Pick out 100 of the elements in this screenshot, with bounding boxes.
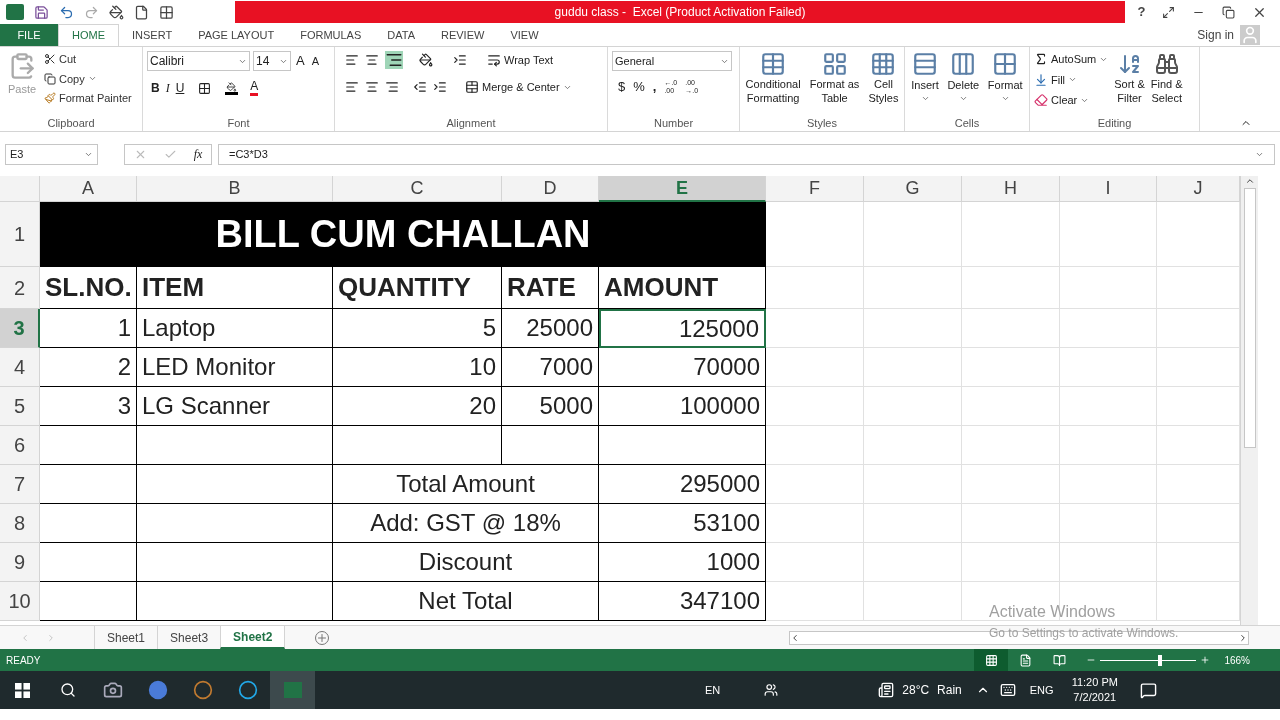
- merge-icon[interactable]: [465, 80, 479, 95]
- column-header[interactable]: C: [333, 176, 502, 202]
- fill-button[interactable]: Fill: [1051, 71, 1066, 88]
- borders-icon[interactable]: [198, 81, 212, 95]
- underline-button[interactable]: U: [175, 79, 185, 97]
- cells-icon[interactable]: [992, 51, 1019, 77]
- format-painter-button[interactable]: Format Painter: [59, 90, 132, 107]
- new-file-icon[interactable]: [134, 4, 149, 20]
- merge-center-button[interactable]: Merge & Center: [482, 79, 560, 96]
- binoculars-icon[interactable]: [1154, 51, 1179, 77]
- file-tab[interactable]: FILE: [0, 24, 58, 46]
- sign-in-link[interactable]: Sign in: [1197, 26, 1234, 44]
- zoom-slider[interactable]: [1100, 654, 1197, 666]
- ribbon-tab[interactable]: DATA: [374, 24, 428, 46]
- name-box[interactable]: E3: [5, 143, 98, 165]
- align-right-icon[interactable]: [385, 80, 399, 95]
- ribbon-tab[interactable]: FORMULAS: [287, 24, 375, 46]
- zoom-level[interactable]: 166%: [1224, 652, 1250, 668]
- find-select-button[interactable]: Find & Select: [1150, 77, 1183, 105]
- notifications-icon[interactable]: [1139, 681, 1157, 699]
- horizontal-scrollbar[interactable]: [789, 630, 1250, 645]
- cells-button[interactable]: Delete: [947, 77, 980, 94]
- ribbon-tab[interactable]: REVIEW: [428, 24, 498, 46]
- scissors-icon[interactable]: [44, 53, 56, 66]
- grow-font-button[interactable]: A: [294, 51, 307, 71]
- align-top-icon[interactable]: [345, 53, 359, 67]
- column-header[interactable]: I: [1060, 176, 1157, 202]
- ribbon-tab[interactable]: HOME: [58, 24, 119, 46]
- sigma-icon[interactable]: [1034, 52, 1048, 67]
- wrap-text-icon[interactable]: [487, 53, 501, 67]
- font-size-field[interactable]: 14: [253, 51, 291, 71]
- style-button[interactable]: Conditional Formatting: [745, 77, 801, 105]
- italic-button[interactable]: I: [165, 79, 170, 97]
- ribbon-tab[interactable]: INSERT: [119, 24, 186, 46]
- column-header[interactable]: H: [962, 176, 1060, 202]
- align-bottom-icon[interactable]: [385, 51, 403, 69]
- cells-button[interactable]: Format: [987, 77, 1023, 94]
- copy-button[interactable]: Copy: [59, 70, 85, 87]
- style-button[interactable]: Cell Styles: [868, 77, 899, 105]
- row-header[interactable]: 3: [0, 309, 40, 348]
- row-header[interactable]: 6: [0, 426, 40, 465]
- increase-indent-icon[interactable]: [433, 80, 447, 95]
- formula-field[interactable]: =C3*D3: [218, 143, 1275, 165]
- row-header[interactable]: 8: [0, 504, 40, 543]
- eraser-icon[interactable]: [1034, 93, 1048, 108]
- cells-icon[interactable]: [912, 51, 939, 77]
- column-header[interactable]: A: [40, 176, 137, 202]
- zoom-thumb[interactable]: [1158, 654, 1163, 666]
- copy-icon[interactable]: [44, 72, 56, 85]
- comma-button[interactable]: ,: [652, 77, 657, 97]
- restore-icon[interactable]: [1222, 5, 1236, 19]
- temperature[interactable]: 28°C: [902, 681, 930, 699]
- wrap-text-button[interactable]: Wrap Text: [504, 51, 554, 69]
- shrink-font-button[interactable]: A: [309, 52, 321, 70]
- row-header[interactable]: 5: [0, 387, 40, 426]
- align-center-icon[interactable]: [365, 80, 379, 95]
- cells-icon[interactable]: [950, 51, 977, 77]
- column-header[interactable]: J: [1157, 176, 1240, 202]
- row-header[interactable]: 4: [0, 348, 40, 387]
- row-header[interactable]: 1: [0, 202, 40, 267]
- column-header[interactable]: G: [864, 176, 962, 202]
- ribbon-tab[interactable]: VIEW: [497, 24, 552, 46]
- row-header[interactable]: 9: [0, 543, 40, 582]
- paint-bucket-icon[interactable]: [109, 4, 124, 20]
- currency-button[interactable]: $: [618, 77, 626, 97]
- autosum-button[interactable]: AutoSum: [1051, 51, 1097, 68]
- view-button[interactable]: [974, 649, 1009, 671]
- column-header[interactable]: E: [599, 176, 766, 202]
- styles-icon[interactable]: [760, 51, 787, 77]
- clock[interactable]: 11:20 PM 7/2/2021: [1071, 675, 1118, 705]
- number-format-field[interactable]: General: [612, 51, 732, 71]
- language-indicator[interactable]: EN: [705, 681, 721, 699]
- decrease-indent-icon[interactable]: [413, 80, 427, 95]
- vertical-scrollbar[interactable]: [1240, 176, 1258, 625]
- weather-text[interactable]: Rain: [937, 681, 962, 699]
- undo-icon[interactable]: [59, 4, 74, 20]
- paragraph-direction-icon[interactable]: [453, 53, 467, 67]
- insert-function-button[interactable]: fx: [193, 145, 203, 163]
- zoom-in-icon[interactable]: [1200, 655, 1211, 665]
- style-button[interactable]: Format as Table: [809, 77, 860, 105]
- fill-color-icon[interactable]: [225, 81, 239, 95]
- cut-button[interactable]: Cut: [59, 51, 77, 68]
- ribbon-display-icon[interactable]: [1162, 5, 1176, 19]
- row-header[interactable]: 2: [0, 267, 40, 309]
- styles-icon[interactable]: [870, 51, 897, 77]
- percent-button[interactable]: %: [633, 77, 645, 97]
- people-icon[interactable]: [764, 683, 779, 697]
- font-color-button[interactable]: A: [250, 80, 259, 96]
- cells-button[interactable]: Insert: [911, 77, 939, 94]
- input-language[interactable]: ENG: [1029, 681, 1054, 699]
- column-header[interactable]: F: [766, 176, 864, 202]
- scroll-up-icon[interactable]: [1244, 176, 1255, 186]
- column-header[interactable]: D: [502, 176, 599, 202]
- align-middle-icon[interactable]: [365, 53, 379, 67]
- clear-button[interactable]: Clear: [1051, 92, 1078, 109]
- row-header[interactable]: 10: [0, 582, 40, 621]
- row-header[interactable]: 7: [0, 465, 40, 504]
- help-button[interactable]: ?: [1137, 2, 1146, 22]
- paintbrush-icon[interactable]: [44, 92, 56, 105]
- table-icon[interactable]: [159, 4, 174, 20]
